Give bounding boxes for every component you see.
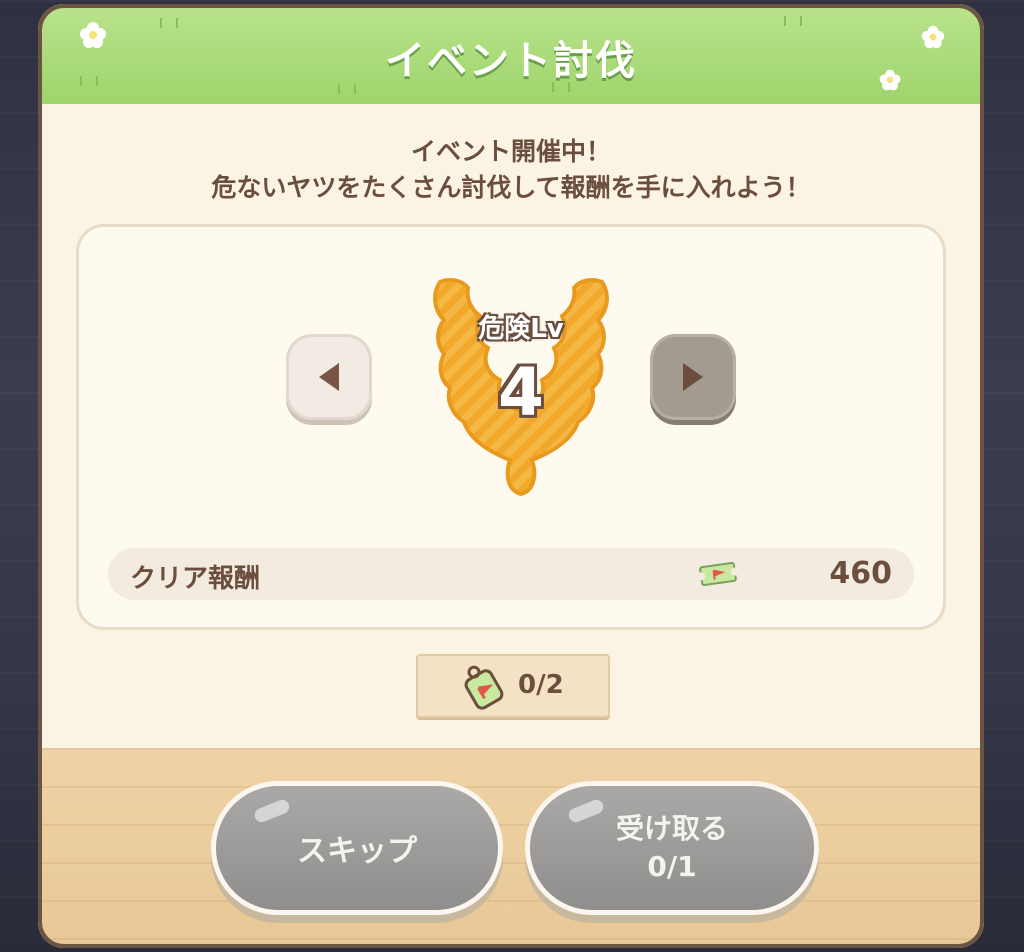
danger-level-value: 4 [498,354,544,431]
triangle-left-icon [319,363,339,391]
next-level-button[interactable] [650,334,736,420]
ticket-icon [698,561,738,587]
dialog-title: イベント討伐 [385,38,637,84]
attempts-count: 0/2 [518,670,564,700]
dialog-footer [38,748,984,948]
grass-decoration [784,16,802,26]
receive-button-label: 受け取る [615,812,728,845]
subtitle-line-2: 危ないヤツをたくさん討伐して報酬を手に入れよう！ [211,173,811,202]
attempts-counter: 0/2 [416,654,610,718]
skip-button[interactable]: スキップ [216,786,498,910]
subtitle-line-1: イベント開催中！ [410,137,611,166]
danger-level-panel: 危険Lv 4 クリア報酬 460 [76,224,946,630]
clear-reward-value: 460 [829,556,892,591]
skip-button-label: スキップ [297,834,417,869]
tag-icon [464,665,504,710]
triangle-right-icon [683,363,703,391]
button-shine [566,797,606,825]
dialog-subtitle: イベント開催中！ 危ないヤツをたくさん討伐して報酬を手に入れよう！ [38,134,984,206]
dialog-header: イベント討伐 [38,4,984,104]
danger-level-badge: 危険Lv 4 [406,254,636,504]
prev-level-button[interactable] [286,334,372,420]
receive-button[interactable]: 受け取る 0/1 [530,786,814,910]
button-shine [252,797,292,825]
event-dialog: イベント討伐 イベント開催中！ 危ないヤツをたくさん討伐して報酬を手に入れよう！… [38,4,984,948]
grass-decoration [160,18,178,28]
receive-button-count: 0/1 [647,850,697,883]
clear-reward-label: クリア報酬 [130,564,261,594]
danger-level-label: 危険Lv [478,314,564,344]
clear-reward-row: クリア報酬 460 [108,548,914,600]
